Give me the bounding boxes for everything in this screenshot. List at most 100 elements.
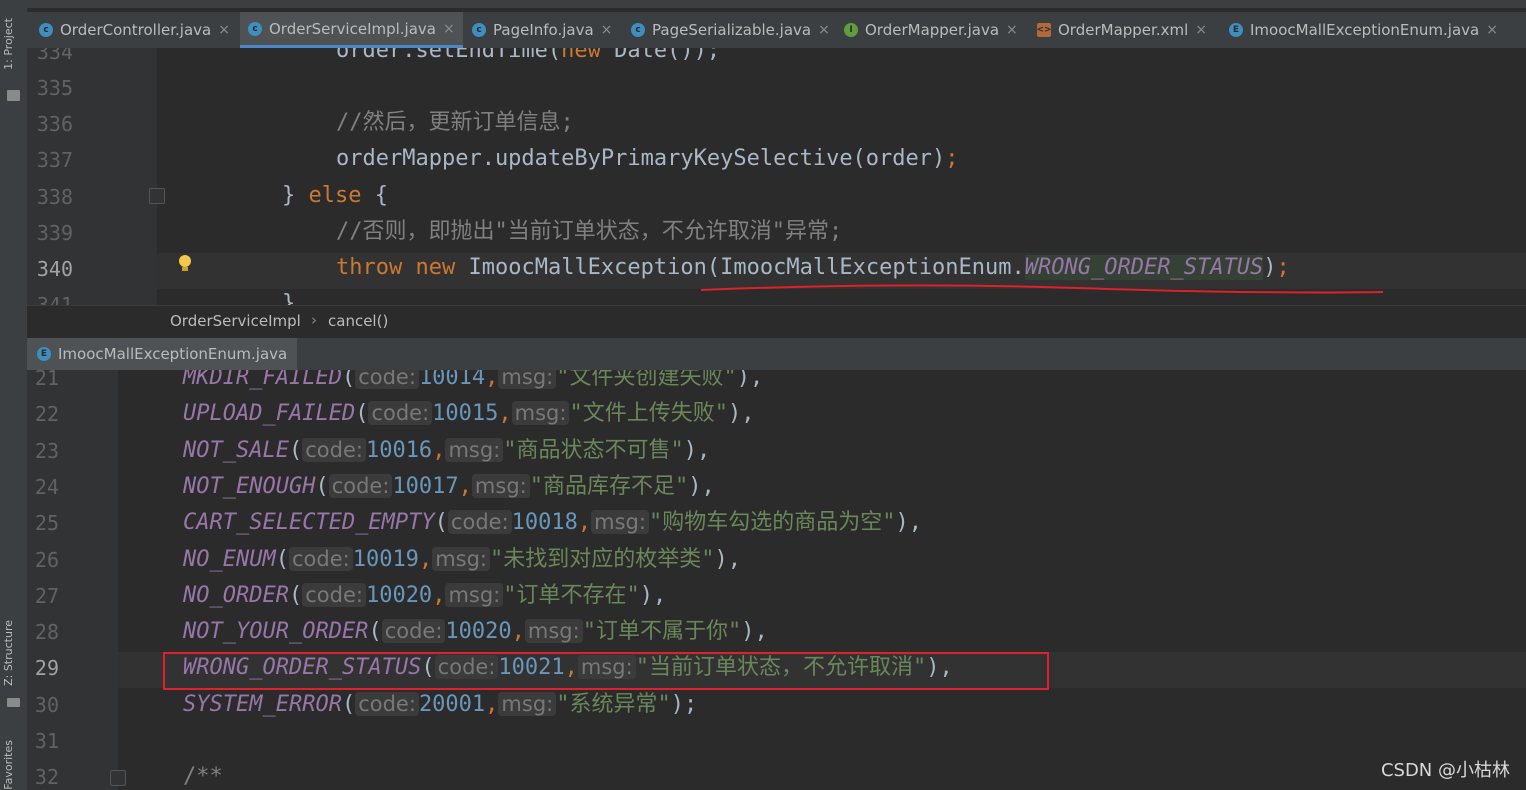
breadcrumb: OrderServiceImpl › cancel() xyxy=(27,305,1526,338)
paren: ( xyxy=(288,582,303,608)
class-icon: c xyxy=(472,23,486,37)
enum-constant-name: MKDIR_FAILED xyxy=(183,370,342,390)
param-hint-msg: msg: xyxy=(445,582,504,607)
msg-value: "文件上传失败" xyxy=(569,401,728,427)
tab-label: OrderMapper.xml xyxy=(1058,21,1189,39)
msg-value: "商品库存不足" xyxy=(529,473,689,499)
enum-constant-name: SYSTEM_ERROR xyxy=(183,691,342,717)
project-tool-button[interactable]: 1: Project xyxy=(2,18,15,70)
watermark: CSDN @小枯林 xyxy=(1380,760,1510,781)
keyword-else: else xyxy=(308,183,362,208)
paren: ( xyxy=(275,546,289,572)
param-hint-msg: msg: xyxy=(511,401,570,426)
red-underline-annotation xyxy=(700,284,1384,294)
brace: } xyxy=(282,291,296,305)
close-icon[interactable]: × xyxy=(443,21,455,37)
msg-value: "订单不属于你" xyxy=(582,619,742,645)
line-number: 23 xyxy=(34,438,59,463)
comma: , xyxy=(432,437,446,463)
close-icon[interactable]: × xyxy=(218,22,230,38)
enum-constant-row: UPLOAD_FAILED(code: 10015, msg: "文件上传失败"), xyxy=(183,398,754,429)
line-number: 341 xyxy=(36,293,73,305)
code-value: 10016 xyxy=(365,437,433,463)
enum-icon: E xyxy=(1229,23,1243,37)
brace: } xyxy=(282,183,309,208)
paren: ( xyxy=(368,619,382,645)
tab-order-mapper[interactable]: I OrderMapper.java × xyxy=(844,12,1018,48)
tab-order-service-impl[interactable]: c OrderServiceImpl.java × xyxy=(240,12,463,48)
param-hint-code: code: xyxy=(447,510,512,535)
enum-constant-name: NOT_ENOUGH xyxy=(183,473,316,499)
line-number: 32 xyxy=(34,765,59,789)
enum-constant-row: MKDIR_FAILED(code: 10014, msg: "文件夹创建失败"), xyxy=(183,370,763,393)
comma: , xyxy=(432,582,446,608)
tab-imooc-mall-exception-enum[interactable]: E ImoocMallExceptionEnum.java × xyxy=(1229,12,1498,48)
msg-value: "文件夹创建失败" xyxy=(556,370,737,390)
tab-label: PageSerializable.java xyxy=(652,21,812,39)
row-end: ), xyxy=(639,582,667,608)
tab-page-serializable[interactable]: c PageSerializable.java × xyxy=(631,12,830,48)
line-number: 339 xyxy=(36,221,73,245)
close-icon[interactable]: × xyxy=(601,22,613,38)
breadcrumb-method[interactable]: cancel() xyxy=(328,312,388,330)
enum-constant-name: NO_ORDER xyxy=(183,582,289,608)
enum-icon: E xyxy=(37,347,51,361)
code-text: order.setEndTime( xyxy=(336,48,562,63)
fold-marker-icon[interactable] xyxy=(149,188,165,204)
keyword-throw: throw xyxy=(336,255,403,280)
param-hint-msg: msg: xyxy=(445,437,504,462)
gutter xyxy=(27,370,118,790)
line-number: 29 xyxy=(34,656,59,681)
row-end: ), xyxy=(736,370,764,390)
comma: , xyxy=(418,546,433,572)
enum-constant-row: NOT_YOUR_ORDER(code: 10020, msg: "订单不属于你"), xyxy=(183,616,768,647)
comment-line: //然后，更新订单信息; xyxy=(336,110,574,135)
close-icon[interactable]: × xyxy=(818,22,830,38)
paren: ( xyxy=(434,510,448,536)
line-number: 22 xyxy=(34,402,59,427)
param-hint-code: code: xyxy=(381,619,446,644)
javadoc-start: /** xyxy=(183,764,223,789)
row-end: ), xyxy=(895,510,922,536)
line-number: 340 xyxy=(36,257,73,281)
fold-marker-icon[interactable] xyxy=(110,770,126,786)
param-hint-msg: msg: xyxy=(498,370,557,389)
param-hint-msg: msg: xyxy=(498,691,557,716)
tab-label: OrderController.java xyxy=(60,21,212,39)
enum-constant-name: NO_ENUM xyxy=(183,546,276,572)
tab-page-info[interactable]: c PageInfo.java × xyxy=(472,12,612,48)
line-number: 26 xyxy=(34,547,59,572)
editor-imooc-mall-exception-enum[interactable]: 21 MKDIR_FAILED(code: 10014, msg: "文件夹创建失败")… xyxy=(27,370,1526,790)
param-hint-msg: msg: xyxy=(432,546,490,571)
msg-value: "未找到对应的枚举类" xyxy=(490,546,715,572)
paren: ( xyxy=(355,401,369,427)
param-hint-code: code: xyxy=(302,582,366,607)
tab-imooc-mall-exception-enum-split[interactable]: E ImoocMallExceptionEnum.java xyxy=(27,338,298,370)
breadcrumb-class[interactable]: OrderServiceImpl xyxy=(170,312,301,330)
paren: ( xyxy=(341,370,356,390)
lightbulb-icon[interactable] xyxy=(177,253,193,275)
msg-value: "购物车勾选的商品为空" xyxy=(648,510,896,536)
close-icon[interactable]: × xyxy=(1486,22,1498,38)
close-icon[interactable]: × xyxy=(1195,22,1207,38)
enum-constant-reference: WRONG_ORDER_STATUS xyxy=(1024,255,1264,280)
split-editor-tab-bar: E ImoocMallExceptionEnum.java xyxy=(27,338,1526,370)
tab-order-mapper-xml[interactable]: <> OrderMapper.xml × xyxy=(1036,12,1207,48)
paren: ( xyxy=(288,437,303,463)
code-value: 10020 xyxy=(445,619,512,645)
line-number: 334 xyxy=(36,48,73,64)
enum-constant-row: NOT_SALE(code: 10016, msg: "商品状态不可售"), xyxy=(183,435,710,466)
semicolon: ; xyxy=(1276,255,1290,280)
favorites-tool-button[interactable]: Favorites xyxy=(2,740,15,790)
code-text: orderMapper.updateByPrimaryKeySelective(… xyxy=(336,146,946,171)
close-icon[interactable]: × xyxy=(1006,22,1018,38)
param-hint-code: code: xyxy=(302,437,366,462)
tab-order-controller[interactable]: c OrderController.java × xyxy=(39,12,230,48)
editor-order-service-impl[interactable]: 334 335 336 337 338 339 340 341 order.se… xyxy=(27,48,1526,305)
structure-tool-button[interactable]: Z: Structure xyxy=(2,620,15,686)
line-number: 335 xyxy=(36,76,73,100)
enum-constant-row: SYSTEM_ERROR(code: 20001, msg: "系统异常"); xyxy=(183,689,697,720)
param-hint-msg: msg: xyxy=(591,510,649,535)
enum-constant-name: NOT_SALE xyxy=(183,437,289,463)
code-text: ImoocMallException(ImoocMallExceptionEnu… xyxy=(455,255,1025,280)
